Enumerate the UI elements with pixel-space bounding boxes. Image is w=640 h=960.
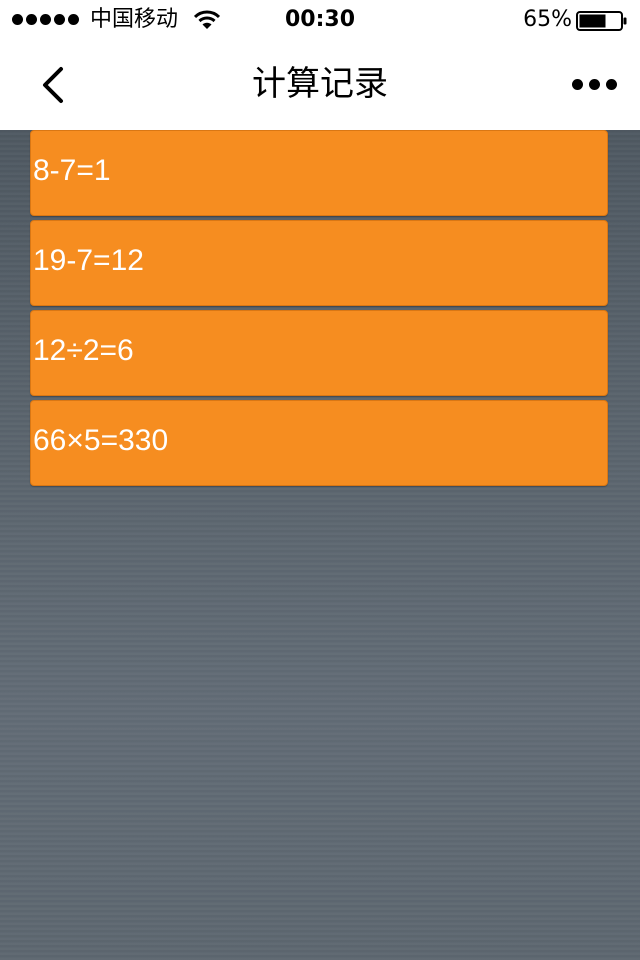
record-item[interactable]: 19-7=12 — [30, 220, 608, 306]
record-item[interactable]: 8-7=1 — [30, 130, 608, 216]
more-button[interactable] — [566, 64, 622, 104]
status-bar: 中国移动 00:30 65% — [0, 0, 640, 40]
record-expression: 19-7=12 — [33, 244, 144, 277]
record-expression: 8-7=1 — [33, 154, 111, 187]
record-item[interactable]: 12÷2=6 — [30, 310, 608, 396]
navigation-bar: 计算记录 — [0, 40, 640, 130]
battery-percent: 65% — [523, 7, 572, 32]
battery-icon — [576, 11, 627, 31]
record-expression: 12÷2=6 — [33, 334, 134, 367]
page-title: 计算记录 — [252, 64, 388, 104]
more-dots-icon — [571, 78, 583, 90]
more-dot — [605, 78, 617, 90]
records-list[interactable]: 8-7=1 19-7=12 12÷2=6 66×5=330 — [0, 130, 640, 960]
more-dot — [588, 78, 600, 90]
record-expression: 66×5=330 — [33, 424, 169, 457]
record-item[interactable]: 66×5=330 — [30, 400, 608, 486]
